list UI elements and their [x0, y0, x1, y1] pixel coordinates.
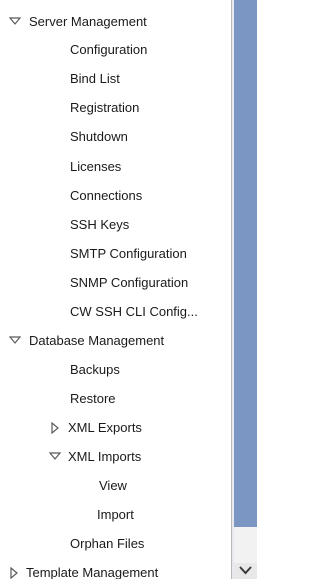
expanded-arrow-icon[interactable]: [49, 445, 61, 469]
tree-item-orphan-files[interactable]: Orphan Files: [70, 532, 144, 556]
collapsed-arrow-icon[interactable]: [50, 416, 62, 440]
tree-label-database-management: Database Management: [29, 333, 165, 348]
navigation-tree: Server Management Configuration Bind Lis…: [0, 0, 232, 579]
tree-node-server-management[interactable]: Server Management: [0, 10, 147, 34]
tree-node-xml-imports[interactable]: XML Imports: [0, 445, 141, 469]
tree-item-shutdown[interactable]: Shutdown: [70, 125, 128, 149]
tree-item-import[interactable]: Import: [97, 503, 134, 527]
scrollbar-gap[interactable]: [234, 527, 257, 563]
tree-node-xml-exports[interactable]: XML Exports: [0, 416, 142, 440]
tree-item-snmp-configuration[interactable]: SNMP Configuration: [70, 271, 188, 295]
scroll-down-arrow-icon[interactable]: [236, 563, 255, 577]
tree-node-template-management[interactable]: Template Management: [0, 561, 158, 579]
tree-item-configuration[interactable]: Configuration: [70, 38, 147, 62]
tree-item-view[interactable]: View: [99, 474, 127, 498]
tree-item-licenses[interactable]: Licenses: [70, 155, 121, 179]
tree-label-xml-imports: XML Imports: [68, 449, 142, 464]
scrollbar-thumb[interactable]: [234, 0, 257, 527]
tree-item-backups[interactable]: Backups: [70, 358, 120, 382]
tree-item-registration[interactable]: Registration: [70, 96, 139, 120]
expanded-arrow-icon[interactable]: [9, 329, 21, 353]
collapsed-arrow-icon[interactable]: [9, 561, 21, 579]
tree-node-database-management[interactable]: Database Management: [0, 329, 164, 353]
tree-item-ssh-keys[interactable]: SSH Keys: [70, 213, 129, 237]
tree-item-smtp-configuration[interactable]: SMTP Configuration: [70, 242, 187, 266]
tree-item-restore[interactable]: Restore: [70, 387, 116, 411]
tree-item-connections[interactable]: Connections: [70, 184, 142, 208]
tree-label-xml-exports: XML Exports: [68, 420, 142, 435]
tree-item-cw-ssh-cli-config[interactable]: CW SSH CLI Config...: [70, 300, 198, 324]
expanded-arrow-icon[interactable]: [9, 10, 21, 34]
tree-item-bind-list[interactable]: Bind List: [70, 67, 120, 91]
scrollbar-region: [232, 0, 257, 579]
tree-label-server-management: Server Management: [29, 14, 147, 29]
tree-label-template-management: Template Management: [26, 565, 159, 579]
